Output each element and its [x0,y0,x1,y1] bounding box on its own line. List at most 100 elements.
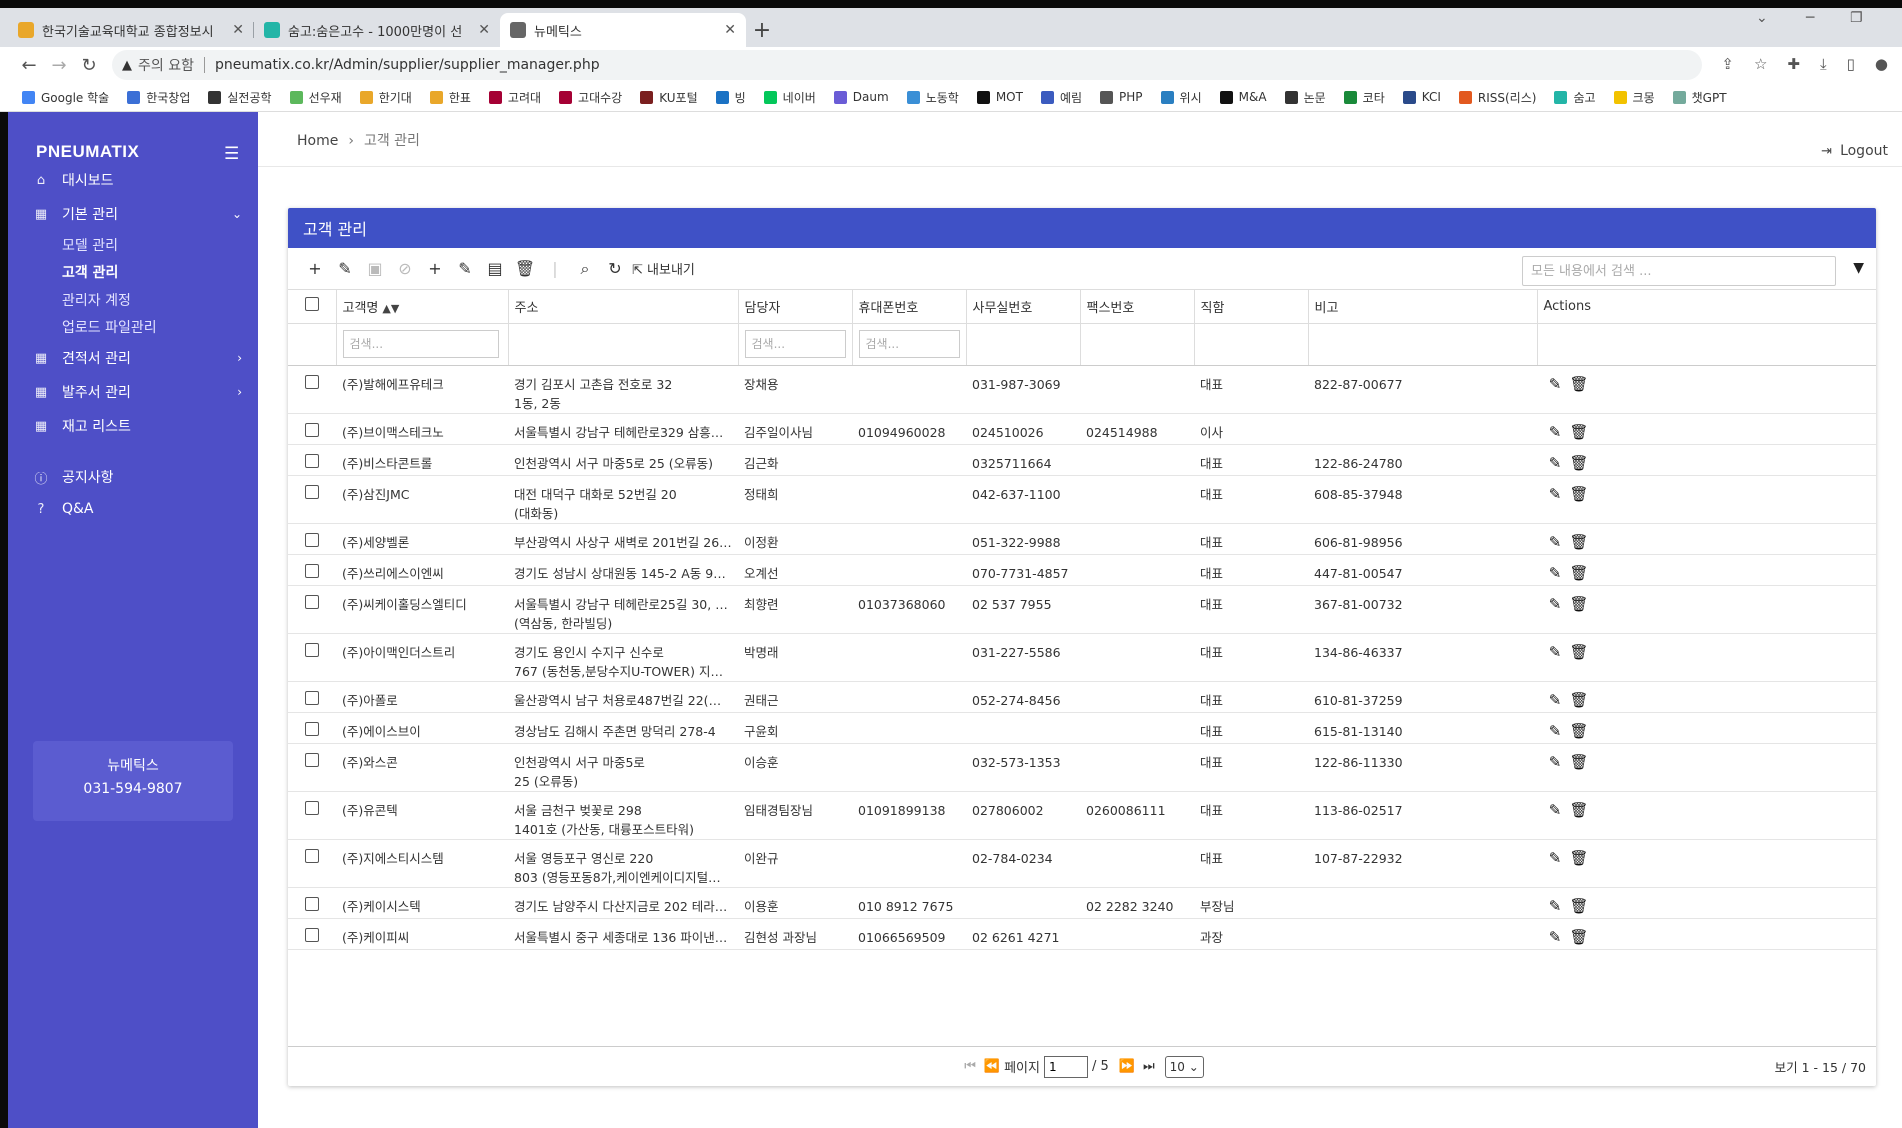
breadcrumb-home[interactable]: Home [297,133,338,149]
document-icon[interactable]: ▤ [480,259,510,278]
bookmark-item[interactable]: 한국창업 [127,89,190,106]
table-row[interactable]: (주)지에스티시스템 서울 영등포구 영신로 220 803 (영등포동8가,케이엔… [288,839,1876,888]
row-edit-icon[interactable]: ✎ [1543,375,1567,394]
row-edit-icon[interactable]: ✎ [1543,643,1567,662]
page-number-input[interactable] [1043,1055,1088,1078]
row-delete-icon[interactable]: 🗑 [1567,897,1591,916]
page-size-select[interactable]: 10 ⌄ [1164,1055,1204,1078]
column-header-contact[interactable]: 담당자 [738,290,853,324]
profile-icon[interactable]: ● [1875,55,1888,73]
table-row[interactable]: (주)아폴로 울산광역시 남구 처용로487번길 22(상암동) 권태근 052-27… [288,681,1876,713]
bookmark-item[interactable]: Google 학술 [22,89,109,106]
filter-mobile-input[interactable] [858,330,961,358]
row-edit-icon[interactable]: ✎ [1543,454,1567,473]
browser-tab[interactable]: 뉴메틱스 ✕ [500,13,746,47]
bookmark-item[interactable]: 챗GPT [1672,89,1727,106]
bookmark-item[interactable]: 고려대 [488,89,541,106]
next-page-icon[interactable]: ⏩ [1119,1059,1135,1074]
row-delete-icon[interactable]: 🗑 [1567,801,1591,820]
add-row-icon[interactable]: + [420,259,450,278]
row-delete-icon[interactable]: 🗑 [1567,375,1591,394]
row-edit-icon[interactable]: ✎ [1543,423,1567,442]
edit-icon[interactable]: ✎ [330,259,360,278]
table-row[interactable]: (주)삼진JMC 대전 대덕구 대화로 52번길 20 (대화동) 정태희 042-63… [288,475,1876,524]
column-header-mobile[interactable]: 휴대폰번호 [852,290,967,324]
sidebar-sub-admin-account[interactable]: 관리자 계정 [62,290,131,310]
export-button[interactable]: ⇱ 내보내기 [632,259,695,278]
bookmark-item[interactable]: M&A [1219,90,1267,104]
star-icon[interactable]: ☆ [1754,55,1767,73]
row-edit-icon[interactable]: ✎ [1543,849,1567,868]
url-field[interactable]: ▲ 주의 요함 pneumatix.co.kr/Admin/supplier/s… [112,50,1702,80]
row-checkbox[interactable] [305,422,319,437]
reload-icon[interactable]: ↻ [74,55,104,76]
row-delete-icon[interactable]: 🗑 [1567,722,1591,741]
row-delete-icon[interactable]: 🗑 [1567,564,1591,583]
table-row[interactable]: (주)와스콘 인천광역시 서구 마중5로 25 (오류동) 이승훈 032-573-13… [288,743,1876,792]
bookmark-item[interactable]: 한표 [429,89,471,106]
row-edit-icon[interactable]: ✎ [1543,533,1567,552]
prev-page-icon[interactable]: ⏪ [984,1059,1000,1074]
table-row[interactable]: (주)쓰리에스이엔씨 경기도 성남시 상대원동 145-2 A동 916호 오계선 0… [288,554,1876,586]
row-checkbox[interactable] [305,752,319,767]
sidebar-item-dashboard[interactable]: ⌂ 대시보드 [32,170,242,190]
share-icon[interactable]: ⇪ [1721,55,1734,73]
sidebar-sub-model[interactable]: 모델 관리 [62,235,118,255]
row-delete-icon[interactable]: 🗑 [1567,595,1591,614]
column-header-name[interactable]: 고객명 ▲▼ [336,290,509,324]
filter-icon[interactable]: ▼ [1853,260,1864,276]
sidebar-item-notice[interactable]: ⓘ 공지사항 [32,467,242,487]
table-row[interactable]: (주)비스타콘트롤 인천광역시 서구 마중5로 25 (오류동) 김근화 032571… [288,444,1876,476]
sidebar-sub-customer[interactable]: 고객 관리 [62,262,118,282]
row-edit-icon[interactable]: ✎ [1543,691,1567,710]
row-delete-icon[interactable]: 🗑 [1567,533,1591,552]
row-edit-icon[interactable]: ✎ [1543,897,1567,916]
row-checkbox[interactable] [305,927,319,942]
browser-tab[interactable]: 한국기술교육대학교 종합정보시 ✕ [8,13,254,47]
close-tab-icon[interactable]: ✕ [478,22,490,38]
column-header-fax[interactable]: 팩스번호 [1080,290,1195,324]
row-edit-icon[interactable]: ✎ [1543,801,1567,820]
row-checkbox[interactable] [305,848,319,863]
row-checkbox[interactable] [305,484,319,499]
bookmark-item[interactable]: 선우재 [289,89,342,106]
bookmark-item[interactable]: Daum [833,90,889,104]
browser-tab[interactable]: 숨고:숨은고수 - 1000만명이 선 ✕ [254,13,500,47]
new-tab-button[interactable]: + [746,13,778,47]
row-checkbox[interactable] [305,896,319,911]
extensions-icon[interactable]: ✚ [1787,55,1800,73]
bookmark-item[interactable]: 예림 [1040,89,1082,106]
bookmark-item[interactable]: 크몽 [1613,89,1655,106]
close-tab-icon[interactable]: ✕ [724,22,736,38]
column-header-address[interactable]: 주소 [508,290,739,324]
row-checkbox[interactable] [305,563,319,578]
table-row[interactable]: (주)에이스브이 경상남도 김해시 주촌면 망덕리 278-4 구윤회 대표 615-8… [288,712,1876,744]
column-header-office[interactable]: 사무실번호 [966,290,1081,324]
row-edit-icon[interactable]: ✎ [1543,595,1567,614]
back-icon[interactable]: ← [14,55,44,76]
save-icon[interactable]: ▣ [360,259,390,278]
refresh-icon[interactable]: ↻ [600,259,630,278]
brand-logo[interactable]: PNEUMATIX [36,142,139,162]
row-delete-icon[interactable]: 🗑 [1567,454,1591,473]
global-search-input[interactable] [1522,256,1836,286]
bookmark-item[interactable]: 숨고 [1554,89,1596,106]
bookmark-item[interactable]: 빙 [715,89,746,106]
row-checkbox[interactable] [305,453,319,468]
row-edit-icon[interactable]: ✎ [1543,485,1567,504]
filter-name-input[interactable] [342,330,500,358]
row-delete-icon[interactable]: 🗑 [1567,423,1591,442]
row-checkbox[interactable] [305,800,319,815]
row-delete-icon[interactable]: 🗑 [1567,753,1591,772]
table-row[interactable]: (주)브이맥스테크노 서울특별시 강남구 테헤란로329 삼흥빌딩 1... 김주일… [288,413,1876,445]
row-delete-icon[interactable]: 🗑 [1567,643,1591,662]
bookmark-item[interactable]: 위시 [1160,89,1202,106]
row-delete-icon[interactable]: 🗑 [1567,485,1591,504]
table-row[interactable]: (주)발해에프유테크 경기 김포시 고촌읍 전호로 32 1동, 2동 장채용 031-… [288,365,1876,414]
search-icon[interactable]: ⌕ [570,259,600,279]
table-row[interactable]: (주)유콘텍 서울 금천구 벚꽃로 298 1401호 (가산동, 대륭포스트타워)… [288,791,1876,840]
bookmark-item[interactable]: KU포털 [640,89,698,106]
row-edit-icon[interactable]: ✎ [1543,928,1567,947]
sidebar-item-basic-management[interactable]: ▦ 기본 관리 ⌄ [32,204,242,224]
bookmark-item[interactable]: PHP [1100,90,1143,104]
